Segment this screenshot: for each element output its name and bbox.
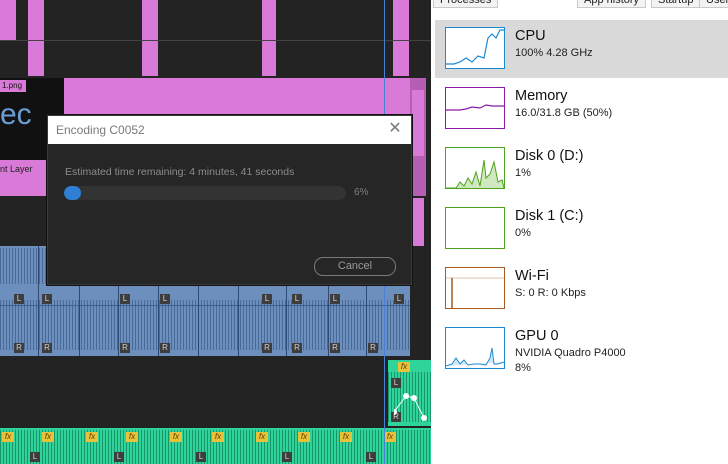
wifi-graph [445,267,505,309]
clip-label: nt Layer [0,164,33,174]
dialog-titlebar[interactable]: Encoding C0052 ✕ [48,116,411,144]
tab-app-history[interactable]: App history [577,0,647,8]
left-channel-badge: L [114,452,124,462]
tab-processes[interactable]: Processes [433,0,499,8]
perf-item-value: 16.0/31.8 GB (50%) [515,107,613,119]
perf-item-value: 1% [515,167,531,179]
perf-item-value: S: 0 R: 0 Kbps [515,287,586,299]
left-channel-badge: L [292,294,302,304]
fx-badge[interactable]: fx [86,432,98,442]
right-channel-badge: R [330,343,340,353]
disk-1-graph [445,207,505,249]
progress-percent: 6% [354,187,369,198]
perf-item-value: 8% [515,362,531,374]
cpu-graph [445,27,505,69]
clip-label: 1.png [0,80,26,92]
fx-badge[interactable]: fx [2,432,14,442]
video-clip[interactable] [412,198,424,246]
wifi-graph-line [446,277,504,308]
clip-thumbnail-text: ec [0,98,32,131]
right-channel-badge: R [42,343,52,353]
perf-item-memory[interactable]: Memory 16.0/31.8 GB (50%) [435,80,728,138]
track-divider [0,305,410,306]
perf-item-wifi[interactable]: Wi-Fi S: 0 R: 0 Kbps [435,260,728,318]
fx-badge[interactable]: fx [170,432,182,442]
perf-item-name: Disk 1 (C:) [515,208,584,224]
volume-keyframe-curve[interactable] [394,388,431,424]
left-channel-badge: L [196,452,206,462]
cpu-graph-line [446,29,504,65]
right-channel-badge: R [120,343,130,353]
perf-item-name: Disk 0 (D:) [515,148,584,164]
fx-badge[interactable]: fx [384,432,396,442]
cancel-button[interactable]: Cancel [314,257,396,276]
close-icon[interactable]: ✕ [387,121,403,137]
left-channel-badge: L [120,294,130,304]
video-clip[interactable] [412,90,424,156]
perf-item-value: 0% [515,227,531,239]
fx-badge[interactable]: fx [126,432,138,442]
right-channel-badge: R [292,343,302,353]
left-channel-badge: L [391,378,401,388]
left-channel-badge: L [282,452,292,462]
right-channel-badge: R [160,343,170,353]
video-clip[interactable] [393,0,409,76]
encoding-dialog: Encoding C0052 ✕ Estimated time remainin… [47,115,412,285]
task-manager-panel: Processes App history Startup Users CPU … [431,0,728,464]
perf-item-value: NVIDIA Quadro P4000 [515,347,626,359]
memory-graph-line [446,104,504,111]
perf-item-name: CPU [515,28,546,44]
clip-edge [38,246,39,356]
right-channel-badge: R [262,343,272,353]
left-channel-badge: L [394,294,404,304]
perf-item-cpu[interactable]: CPU 100% 4.28 GHz [435,20,728,78]
disk-0-graph [445,147,505,189]
dialog-title: Encoding C0052 [56,123,145,137]
perf-item-name: GPU 0 [515,328,559,344]
audio-waveform [0,300,410,350]
tab-users[interactable]: Users [699,0,728,8]
track-divider [0,40,431,41]
perf-item-disk-1[interactable]: Disk 1 (C:) 0% [435,200,728,258]
right-channel-badge: R [368,343,378,353]
fx-badge[interactable]: fx [340,432,352,442]
left-channel-badge: L [160,294,170,304]
progress-fill [64,186,81,200]
perf-item-gpu[interactable]: GPU 0 NVIDIA Quadro P4000 8% [435,320,728,378]
fx-badge[interactable]: fx [256,432,268,442]
perf-item-name: Wi-Fi [515,268,549,284]
time-remaining-text: Estimated time remaining: 4 minutes, 41 … [65,166,295,178]
encoding-progress-bar [64,186,346,200]
video-clip[interactable] [142,0,158,76]
perf-item-name: Memory [515,88,568,104]
video-clip[interactable] [0,0,16,40]
left-channel-badge: L [262,294,272,304]
left-channel-badge: L [14,294,24,304]
fx-badge[interactable]: fx [212,432,224,442]
disk-0-graph-line [446,159,504,188]
right-channel-badge: R [14,343,24,353]
perf-item-value: 100% 4.28 GHz [515,47,593,59]
tab-startup[interactable]: Startup [651,0,701,8]
left-channel-badge: L [330,294,340,304]
perf-item-disk-0[interactable]: Disk 0 (D:) 1% [435,140,728,198]
left-channel-badge: L [30,452,40,462]
left-channel-badge: L [42,294,52,304]
left-channel-badge: L [366,452,376,462]
memory-graph [445,87,505,129]
video-clip[interactable] [28,0,44,76]
fx-badge[interactable]: fx [42,432,54,442]
gpu-graph-line [446,347,504,367]
fx-badge[interactable]: fx [398,362,410,372]
video-clip[interactable] [262,0,276,76]
gpu-graph [445,327,505,369]
fx-badge[interactable]: fx [298,432,310,442]
